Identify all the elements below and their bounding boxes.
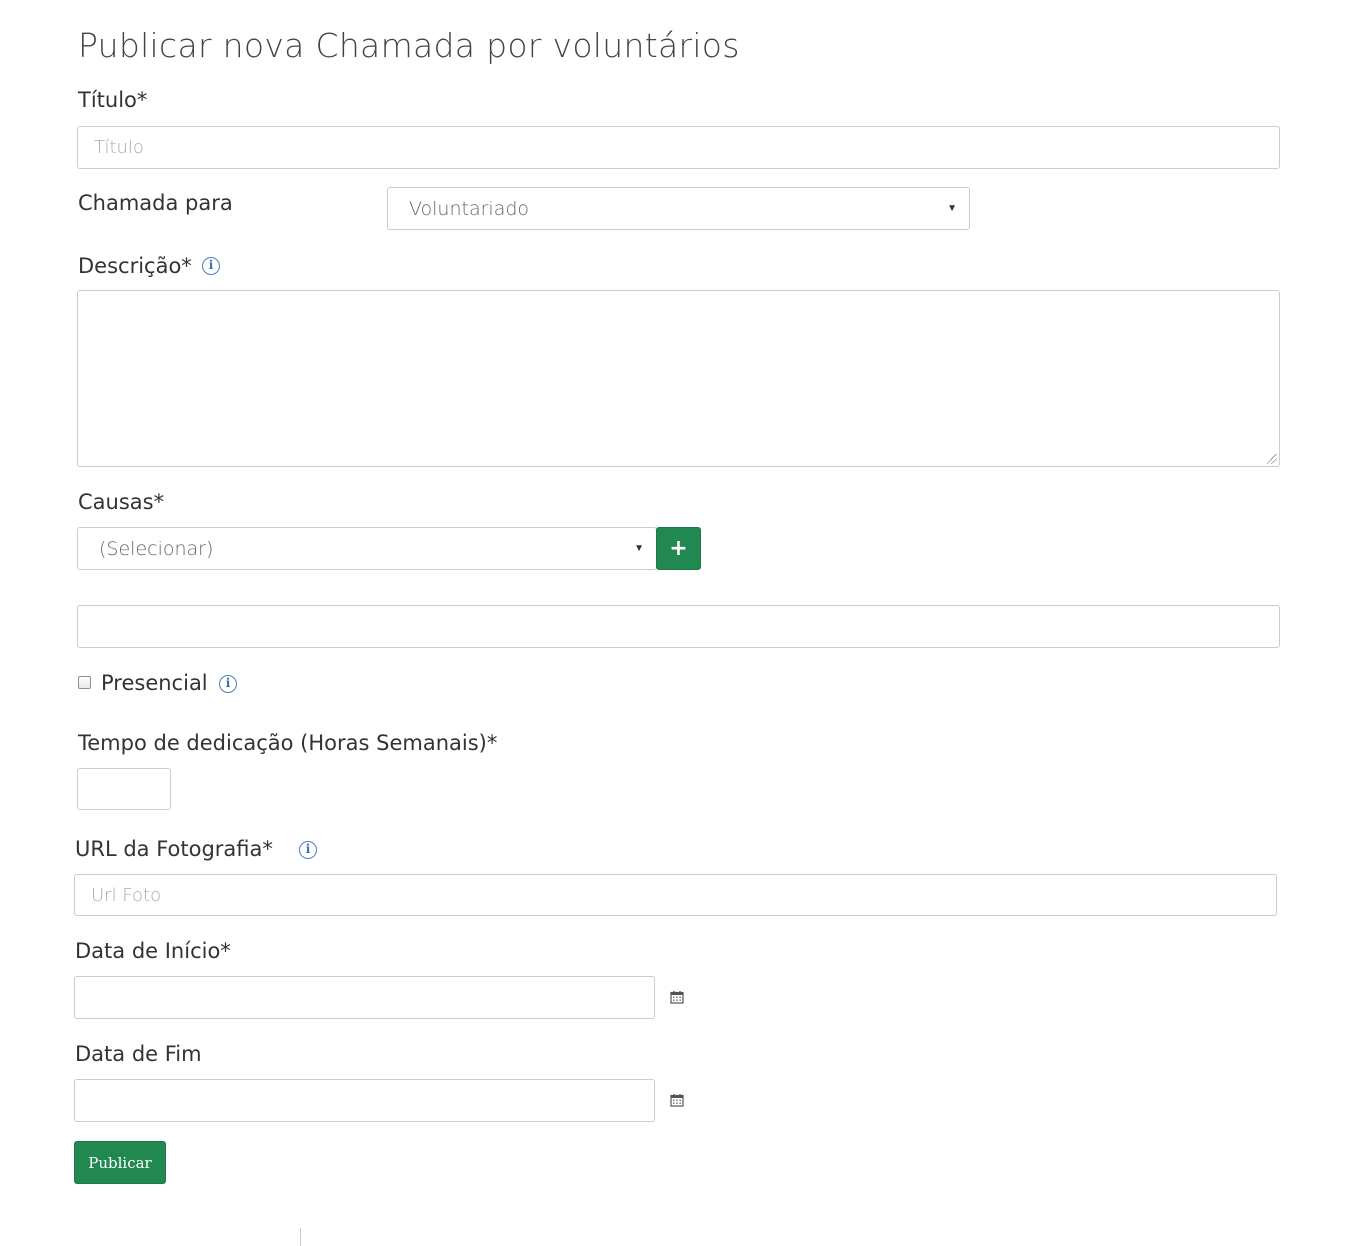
tempo-dedicacao-label: Tempo de dedicação (Horas Semanais)* xyxy=(78,731,498,755)
chamada-para-select[interactable]: Voluntariado ▼ xyxy=(387,187,970,230)
data-fim-label: Data de Fim xyxy=(75,1042,202,1066)
plus-icon: + xyxy=(669,536,688,561)
caret-down-icon: ▼ xyxy=(634,543,644,554)
info-circle-icon[interactable]: i xyxy=(219,675,237,693)
data-inicio-input[interactable] xyxy=(74,976,655,1019)
titulo-input[interactable] xyxy=(77,126,1280,169)
chamada-para-label: Chamada para xyxy=(78,191,233,215)
url-fotografia-input[interactable] xyxy=(74,874,1277,916)
descricao-label: Descrição* xyxy=(78,254,192,278)
descricao-textarea[interactable] xyxy=(77,290,1280,467)
add-cause-button[interactable]: + xyxy=(656,527,701,570)
data-inicio-label: Data de Início* xyxy=(75,939,231,963)
causas-select[interactable]: (Selecionar) ▼ xyxy=(77,527,657,570)
causas-label: Causas* xyxy=(78,490,165,514)
info-circle-icon[interactable]: i xyxy=(299,841,317,859)
caret-down-icon: ▼ xyxy=(947,203,957,214)
divider xyxy=(300,1228,301,1246)
publicar-button[interactable]: Publicar xyxy=(74,1141,166,1184)
presencial-label: Presencial xyxy=(101,671,208,695)
info-circle-icon[interactable]: i xyxy=(202,257,220,275)
page-title: Publicar nova Chamada por voluntários xyxy=(78,26,740,65)
data-fim-input[interactable] xyxy=(74,1079,655,1122)
url-fotografia-label: URL da Fotografia* xyxy=(75,837,273,861)
titulo-label: Título* xyxy=(78,88,148,112)
calendar-icon[interactable] xyxy=(670,1093,684,1107)
presencial-checkbox[interactable] xyxy=(78,676,91,689)
resize-grip-icon[interactable] xyxy=(1267,454,1277,464)
selected-causes-field[interactable] xyxy=(77,605,1280,648)
calendar-icon[interactable] xyxy=(670,990,684,1004)
chamada-para-selected-value: Voluntariado xyxy=(409,197,530,220)
causas-selected-value: (Selecionar) xyxy=(99,537,214,560)
tempo-dedicacao-input[interactable] xyxy=(77,768,171,810)
